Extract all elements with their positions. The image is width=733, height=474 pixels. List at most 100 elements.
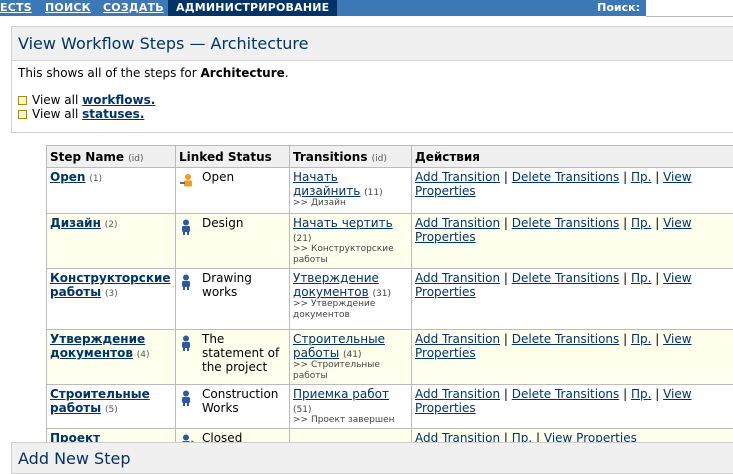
top-nav-bar: ECTS ПОИСК СОЗДАТЬ АДМИНИСТРИРОВАНИЕ Пои…	[0, 0, 646, 16]
linked-status-cell: Drawing works	[176, 269, 290, 330]
step-name-cell: Open (1)	[47, 168, 176, 214]
separator: |	[500, 170, 512, 184]
nav-create[interactable]: СОЗДАТЬ	[103, 1, 164, 14]
transition-link[interactable]: Приемка работ	[293, 387, 389, 401]
separator: |	[651, 271, 663, 285]
transition-link[interactable]: Строительные работы	[293, 332, 385, 360]
status-label: Design	[202, 216, 243, 230]
separator: |	[619, 387, 631, 401]
transition-id: (41)	[343, 350, 361, 360]
separator: |	[619, 332, 631, 346]
page-description: This shows all of the steps for Architec…	[18, 66, 289, 80]
add-transition-link[interactable]: Add Transition	[415, 332, 500, 346]
edit-step-link[interactable]: Пр.	[631, 271, 651, 285]
linked-status-cell: Open	[176, 168, 290, 214]
bullet-icon	[18, 110, 27, 119]
transition-id: (51)	[293, 405, 311, 415]
separator: |	[500, 216, 512, 230]
desc-suffix: .	[285, 66, 289, 80]
desc-prefix: This shows all of the steps for	[18, 66, 200, 80]
step-id: (3)	[105, 289, 118, 299]
linked-status-cell: Design	[176, 214, 290, 269]
transition-link[interactable]: Начать чертить	[293, 216, 393, 230]
status-label: Open	[202, 170, 234, 184]
table-row: Open (1)OpenНачать дизайнить (11)>> Диза…	[47, 168, 733, 214]
delete-transitions-link[interactable]: Delete Transitions	[512, 271, 620, 285]
col-step-name: Step Name (id)	[47, 146, 176, 168]
add-transition-link[interactable]: Add Transition	[415, 271, 500, 285]
col-transitions-id-hint: (id)	[372, 154, 387, 164]
view-workflows-line: View all workflows.	[18, 93, 155, 107]
delete-transitions-link[interactable]: Delete Transitions	[512, 387, 620, 401]
workflows-link[interactable]: workflows.	[82, 93, 155, 107]
status-label: Construction Works	[202, 387, 278, 415]
nav-projects[interactable]: ECTS	[0, 1, 32, 14]
add-step-panel: Add New Step	[11, 442, 733, 474]
step-name-cell: Строительные работы (5)	[47, 385, 176, 429]
step-id: (5)	[105, 405, 118, 415]
step-id: (2)	[105, 220, 118, 230]
col-actions: Действия	[412, 146, 733, 168]
col-transitions-label: Transitions	[293, 150, 367, 164]
step-name-link[interactable]: Утверждение документов	[50, 332, 145, 360]
transition-link[interactable]: Начать дизайнить	[293, 170, 360, 198]
delete-transitions-link[interactable]: Delete Transitions	[512, 216, 620, 230]
edit-step-link[interactable]: Пр.	[631, 170, 651, 184]
separator: |	[500, 332, 512, 346]
workflow-steps-table: Step Name (id) Linked Status Transitions…	[46, 145, 733, 462]
transition-target: >> Проект завершен	[293, 415, 408, 426]
add-transition-link[interactable]: Add Transition	[415, 387, 500, 401]
nav-administration[interactable]: АДМИНИСТРИРОВАНИЕ	[168, 0, 337, 16]
transitions-cell: Строительные работы (41)>> Строительные …	[290, 330, 412, 385]
person-status-icon	[180, 219, 192, 238]
separator: |	[619, 271, 631, 285]
actions-cell: Add Transition | Delete Transitions | Пр…	[412, 330, 733, 385]
add-transition-link[interactable]: Add Transition	[415, 216, 500, 230]
step-name-link[interactable]: Дизайн	[50, 216, 101, 230]
table-row: Утверждение документов (4)The statement …	[47, 330, 733, 385]
step-name-link[interactable]: Строительные работы	[50, 387, 150, 415]
step-name-cell: Конструкторские работы (3)	[47, 269, 176, 330]
desc-workflow-name: Architecture	[200, 66, 284, 80]
edit-step-link[interactable]: Пр.	[631, 216, 651, 230]
edit-step-link[interactable]: Пр.	[631, 387, 651, 401]
edit-step-link[interactable]: Пр.	[631, 332, 651, 346]
transitions-cell: Утверждение документов (31)>> Утверждени…	[290, 269, 412, 330]
transition-target: >> Конструкторские работы	[293, 244, 408, 266]
separator: |	[651, 332, 663, 346]
col-step-name-label: Step Name	[50, 150, 124, 164]
separator: |	[500, 387, 512, 401]
quick-search-input[interactable]	[646, 0, 733, 17]
col-linked-status: Linked Status	[176, 146, 290, 168]
transition-target: >> Строительные работы	[293, 360, 408, 382]
transitions-cell: Начать дизайнить (11)>> Дизайн	[290, 168, 412, 214]
separator: |	[651, 170, 663, 184]
separator: |	[651, 387, 663, 401]
transition-id: (21)	[293, 234, 311, 244]
separator: |	[619, 170, 631, 184]
person-status-icon	[180, 335, 192, 354]
step-name-cell: Дизайн (2)	[47, 214, 176, 269]
table-row: Строительные работы (5) Construction Work…	[47, 385, 733, 429]
statuses-link[interactable]: statuses.	[82, 107, 144, 121]
status-label: Drawing works	[202, 271, 252, 299]
person-status-icon	[180, 274, 192, 293]
table-header-row: Step Name (id) Linked Status Transitions…	[47, 146, 733, 168]
actions-cell: Add Transition | Delete Transitions | Пр…	[412, 385, 733, 429]
separator: |	[651, 216, 663, 230]
step-id: (4)	[137, 350, 150, 360]
nav-search-label: Поиск:	[597, 1, 640, 14]
step-name-cell: Утверждение документов (4)	[47, 330, 176, 385]
delete-transitions-link[interactable]: Delete Transitions	[512, 170, 620, 184]
nav-search[interactable]: ПОИСК	[45, 1, 91, 14]
linked-status-cell: Construction Works	[176, 385, 290, 429]
add-transition-link[interactable]: Add Transition	[415, 170, 500, 184]
workflow-steps-panel: View Workflow Steps — Architecture This …	[11, 26, 733, 133]
transition-link[interactable]: Утверждение документов	[293, 271, 379, 299]
delete-transitions-link[interactable]: Delete Transitions	[512, 332, 620, 346]
step-id: (1)	[89, 174, 102, 184]
step-name-link[interactable]: Open	[50, 170, 85, 184]
bullet-icon	[18, 96, 27, 105]
add-step-title: Add New Step	[18, 449, 130, 468]
table-row: Конструкторские работы (3) Drawing works У…	[47, 269, 733, 330]
